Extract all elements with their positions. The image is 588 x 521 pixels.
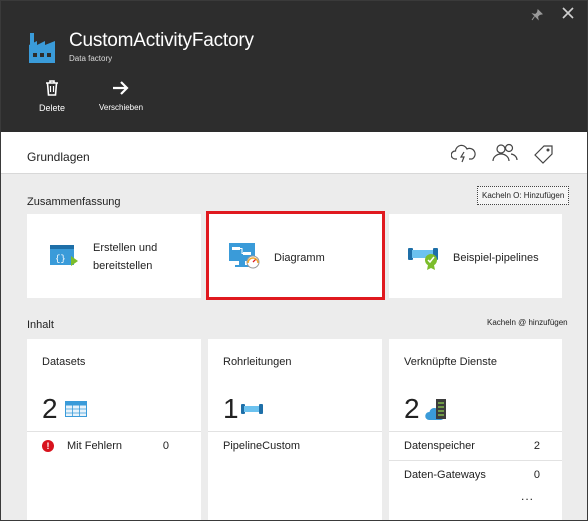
essentials-toggle[interactable]: Grundlagen: [27, 150, 90, 164]
linked-service-icon: [425, 398, 449, 427]
error-icon: !: [42, 440, 54, 452]
blade-title: CustomActivityFactory: [69, 30, 254, 51]
datastores-value: 2: [533, 440, 540, 452]
pipelines-title: Rohrleitungen: [223, 356, 292, 368]
pipelines-count: 1: [223, 393, 239, 424]
delete-label: Delete: [38, 103, 65, 113]
table-icon: [65, 401, 87, 422]
gateways-value: 0: [533, 469, 540, 481]
diagram-icon: [228, 242, 260, 275]
blade-subtitle: Data factory: [69, 54, 113, 63]
author-deploy-label: Erstellen und bereitstellen: [93, 242, 158, 272]
datastores-row[interactable]: Datenspeicher 2: [389, 431, 562, 460]
sample-pipelines-label: Beispiel-pipelines: [453, 252, 539, 264]
linked-services-tile[interactable]: Verknüpfte Dienste 2 Datenspeicher 2 Dat…: [389, 339, 562, 520]
datasets-errors-row[interactable]: ! Mit Fehlern 0: [27, 431, 201, 460]
scrollbar[interactable]: [581, 174, 587, 520]
datasets-errors-value: 0: [162, 440, 169, 452]
essentials-bar: Grundlagen: [1, 132, 587, 174]
linked-services-count: 2: [404, 393, 420, 424]
data-factory-blade: CustomActivityFactory Data factory Delet…: [0, 0, 588, 521]
summary-section-title: Zusammenfassung: [27, 196, 121, 208]
data-factory-icon: [27, 31, 57, 65]
diagram-tile[interactable]: Diagramm: [208, 214, 382, 298]
datasets-count: 2: [42, 393, 58, 424]
datasets-errors-label: Mit Fehlern: [67, 440, 123, 452]
users-icon[interactable]: [492, 142, 518, 164]
datasets-tile[interactable]: Datasets 2 ! Mit Fehlern 0: [27, 339, 201, 520]
linked-services-title: Verknüpfte Dienste: [404, 356, 497, 368]
blade-header: CustomActivityFactory Data factory Delet…: [1, 1, 587, 132]
datasets-title: Datasets: [42, 356, 86, 368]
more-button[interactable]: ...: [521, 489, 534, 503]
author-deploy-icon: {}: [49, 244, 79, 273]
content-section-title: Inhalt: [27, 319, 54, 331]
tag-icon[interactable]: [531, 142, 557, 164]
svg-text:{}: {}: [55, 254, 66, 264]
sample-pipelines-icon: [407, 242, 441, 275]
pipeline-icon: [241, 402, 263, 421]
pipeline-name: PipelineCustom: [223, 440, 301, 452]
cloud-lightning-icon[interactable]: [450, 142, 477, 164]
delete-button[interactable]: Delete: [35, 80, 69, 113]
pipeline-row[interactable]: PipelineCustom: [208, 431, 382, 460]
trash-icon: [35, 80, 69, 100]
datastores-label: Datenspeicher: [404, 440, 475, 452]
move-button[interactable]: Verschieben: [97, 80, 145, 112]
pipelines-tile[interactable]: Rohrleitungen 1 PipelineCustom: [208, 339, 382, 520]
content-add-tiles-button[interactable]: Kacheln @ hinzufügen: [487, 318, 568, 327]
author-deploy-tile[interactable]: {} Erstellen und bereitstellen: [27, 214, 201, 298]
arrow-right-icon: [97, 80, 145, 100]
summary-add-tiles-button[interactable]: Kacheln O: Hinzufügen: [477, 186, 570, 205]
diagram-label: Diagramm: [274, 252, 325, 264]
gateways-label: Daten-Gateways: [404, 469, 486, 481]
pin-icon[interactable]: [531, 8, 544, 24]
sample-pipelines-tile[interactable]: Beispiel-pipelines: [389, 214, 562, 298]
move-label: Verschieben: [98, 103, 144, 112]
close-icon[interactable]: [561, 5, 575, 25]
gateways-row[interactable]: Daten-Gateways 0: [389, 460, 562, 489]
